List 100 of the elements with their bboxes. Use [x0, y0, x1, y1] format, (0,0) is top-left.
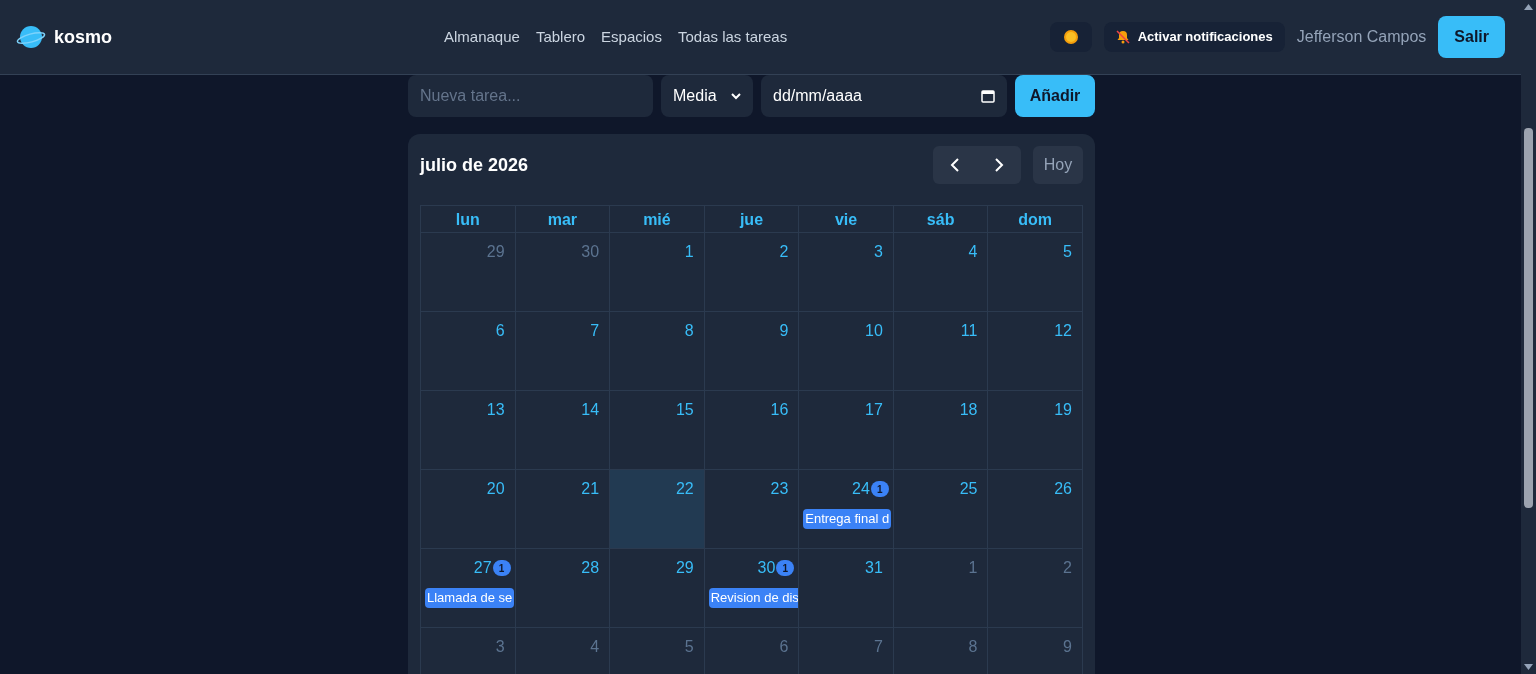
day-cell[interactable]: 6 — [421, 312, 516, 391]
day-number: 16 — [770, 400, 789, 420]
day-number: 4 — [590, 637, 600, 657]
day-cell[interactable]: 10 — [799, 312, 894, 391]
day-number: 30 — [581, 242, 600, 262]
day-number: 13 — [486, 400, 505, 420]
day-number: 12 — [1054, 321, 1072, 341]
day-cell[interactable]: 30 1 Revision de dis — [704, 549, 800, 628]
day-cell[interactable]: 27 1 Llamada de se — [421, 549, 516, 628]
today-button[interactable]: Hoy — [1033, 146, 1083, 184]
day-cell[interactable]: 5 — [988, 233, 1083, 312]
event-chip[interactable]: Revision de dis — [708, 588, 799, 608]
scroll-up-icon — [1524, 4, 1533, 10]
day-number: 29 — [486, 242, 505, 262]
day-number: 6 — [779, 637, 789, 657]
day-number: 31 — [865, 558, 883, 578]
day-number: 7 — [873, 637, 883, 657]
today-cell[interactable]: 22 — [610, 470, 705, 549]
day-number: 7 — [590, 321, 600, 341]
event-chip[interactable]: Llamada de se — [425, 588, 515, 608]
day-cell[interactable]: 31 — [799, 549, 894, 628]
day-cell[interactable]: 9 — [704, 312, 800, 391]
weekday-header: dom — [988, 206, 1083, 233]
day-cell[interactable]: 3 — [799, 233, 894, 312]
day-number: 26 — [1054, 479, 1072, 499]
day-number: 15 — [675, 400, 694, 420]
priority-select[interactable]: Media — [661, 75, 753, 117]
day-number: 20 — [486, 479, 505, 499]
day-cell[interactable]: 16 — [704, 391, 800, 470]
day-number: 6 — [495, 321, 505, 341]
sun-icon — [1062, 29, 1079, 45]
user-name: Jefferson Campos — [1296, 27, 1427, 47]
logout-button[interactable]: Salir — [1438, 16, 1505, 58]
day-number: 29 — [675, 558, 694, 578]
calendar-icon — [981, 89, 995, 103]
day-cell[interactable]: 4 — [893, 233, 989, 312]
scroll-down-icon — [1524, 664, 1533, 670]
day-cell[interactable]: 17 — [799, 391, 894, 470]
calendar-title: julio de 2026 — [420, 154, 529, 177]
task-count-badge: 1 — [776, 560, 795, 576]
day-number: 27 — [473, 558, 492, 578]
day-cell[interactable]: 28 — [515, 549, 611, 628]
day-cell[interactable]: 25 — [893, 470, 989, 549]
task-input-field[interactable]: Nueva tarea... — [408, 75, 653, 117]
nav-link[interactable]: Espacios — [601, 25, 662, 49]
day-cell[interactable]: 12 — [988, 312, 1083, 391]
day-cell[interactable]: 7 — [515, 312, 611, 391]
weekday-header: lun — [421, 206, 516, 233]
weekday-header: vie — [799, 206, 894, 233]
day-cell[interactable]: 2 — [704, 233, 800, 312]
day-number: 21 — [581, 479, 600, 499]
weekday-header: jue — [704, 206, 800, 233]
nav-link[interactable]: Almanaque — [444, 25, 520, 49]
day-cell[interactable]: 8 — [610, 312, 705, 391]
task-count-badge: 1 — [492, 560, 511, 576]
theme-toggle[interactable] — [1049, 22, 1092, 52]
scrollbar-thumb[interactable] — [1524, 128, 1533, 508]
event-chip[interactable]: Entrega final d — [803, 509, 892, 529]
day-number: 23 — [770, 479, 789, 499]
weekday-header: sáb — [893, 206, 989, 233]
day-number: 28 — [581, 558, 600, 578]
day-number: 5 — [1063, 242, 1072, 262]
day-number: 18 — [959, 400, 978, 420]
day-number: 17 — [865, 400, 883, 420]
day-number: 2 — [779, 242, 789, 262]
day-cell[interactable]: 1 — [610, 233, 705, 312]
day-cell[interactable]: 26 — [988, 470, 1083, 549]
day-number: 10 — [865, 321, 883, 341]
day-cell[interactable]: 13 — [421, 391, 516, 470]
day-number: 9 — [1063, 637, 1072, 657]
day-number: 2 — [1063, 558, 1072, 578]
day-cell[interactable]: 20 — [421, 470, 516, 549]
scrollbar[interactable] — [1521, 0, 1536, 674]
chevron-right-icon — [994, 158, 1004, 172]
nav-link[interactable]: Tablero — [535, 25, 586, 49]
day-number: 24 — [852, 479, 870, 499]
brand-name[interactable]: kosmo — [54, 23, 113, 51]
day-number: 30 — [757, 558, 776, 578]
day-number: 1 — [684, 242, 694, 262]
day-cell[interactable]: 18 — [893, 391, 989, 470]
weekday-header: mié — [610, 206, 705, 233]
day-number: 9 — [779, 321, 789, 341]
day-number: 8 — [684, 321, 694, 341]
day-cell[interactable]: 24 1 Entrega final d — [799, 470, 894, 549]
day-number: 3 — [495, 637, 505, 657]
day-number: 5 — [684, 637, 694, 657]
notifications-button[interactable]: Activar notificaciones — [1103, 22, 1285, 52]
day-number: 14 — [581, 400, 600, 420]
muted-bell-icon — [1115, 30, 1130, 44]
day-number: 25 — [959, 479, 978, 499]
day-number: 11 — [960, 321, 978, 341]
date-field[interactable]: dd/mm/aaaa — [761, 75, 1007, 117]
day-cell[interactable]: 23 — [704, 470, 800, 549]
nav-link[interactable]: Todas las tareas — [677, 25, 788, 49]
add-button[interactable]: Añadir — [1015, 75, 1095, 117]
day-cell[interactable]: 14 — [515, 391, 611, 470]
day-cell[interactable]: 19 — [988, 391, 1083, 470]
planet-logo-icon — [16, 24, 46, 50]
day-cell[interactable]: 11 — [893, 312, 989, 391]
day-cell[interactable]: 29 — [610, 549, 705, 628]
